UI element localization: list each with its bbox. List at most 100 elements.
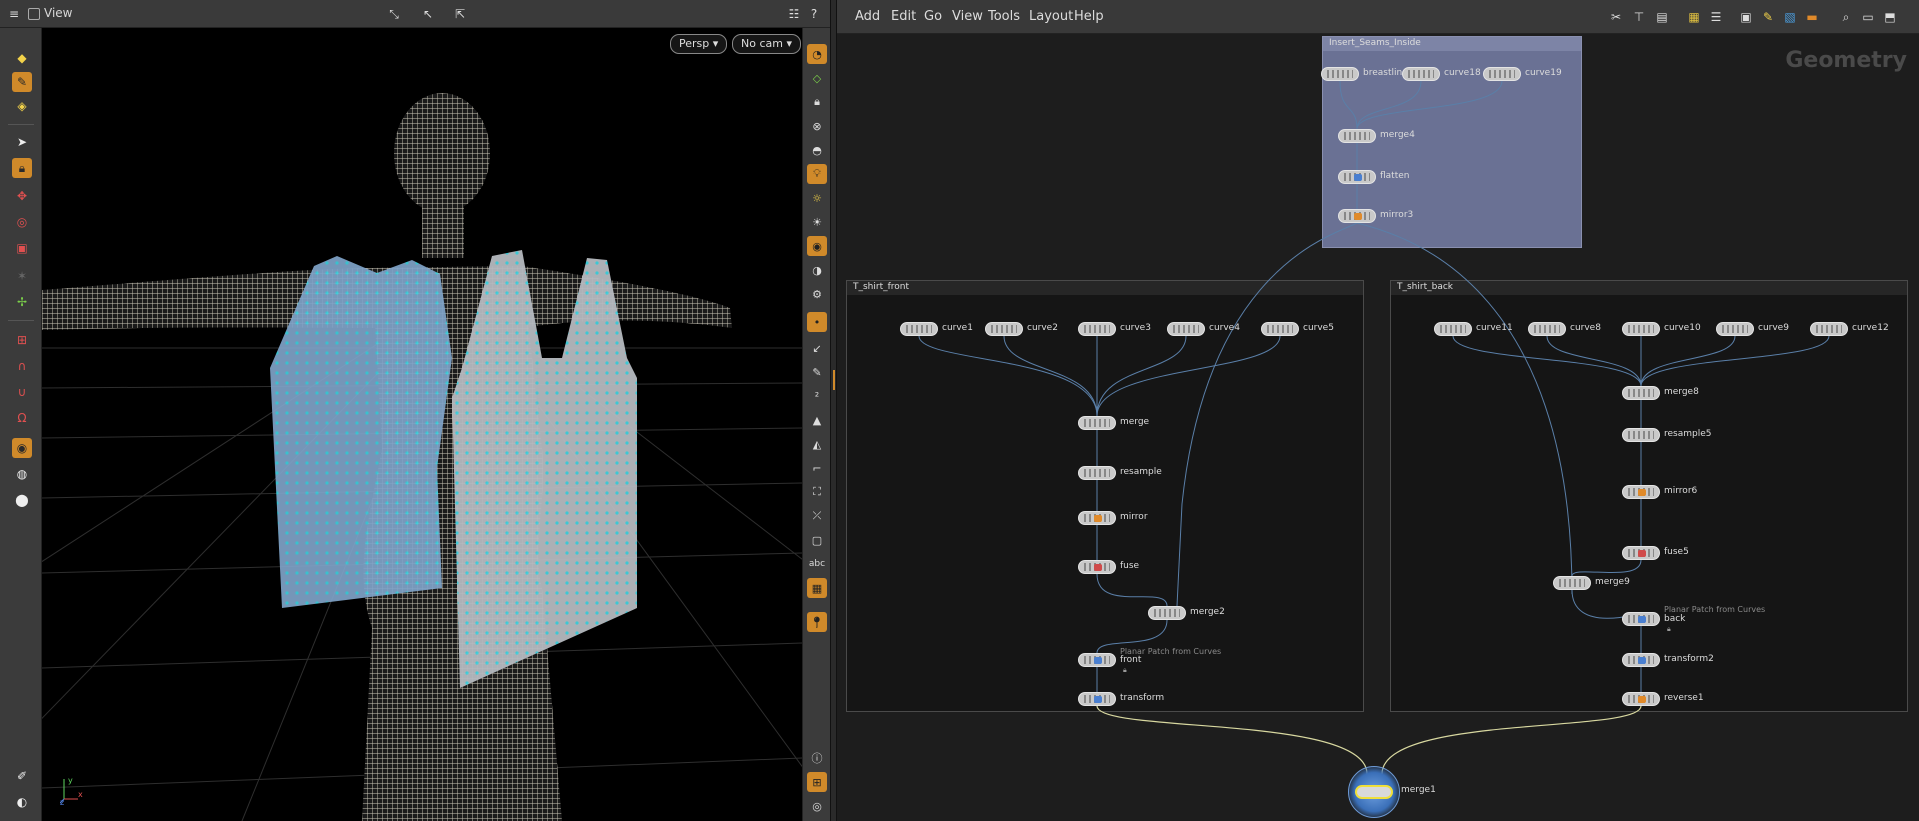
frame-icon[interactable]: ⛶: [807, 482, 827, 502]
point-display-icon[interactable]: •: [807, 312, 827, 332]
menu-help[interactable]: Help: [1074, 9, 1104, 24]
background-image-icon[interactable]: ▦: [807, 578, 827, 598]
minimize-icon[interactable]: ▭: [1859, 8, 1877, 26]
measure-icon[interactable]: ⤫: [807, 506, 827, 526]
display-options-icon[interactable]: ☷: [784, 4, 804, 24]
move-handle-icon[interactable]: ✥: [12, 186, 32, 206]
pen-icon[interactable]: ✎: [807, 362, 827, 382]
box-icon[interactable]: ▬: [1803, 8, 1821, 26]
ambient-icon[interactable]: ☀: [807, 212, 827, 232]
grid-icon[interactable]: ▦: [1685, 8, 1703, 26]
snap-grid-icon[interactable]: ⊞: [12, 330, 32, 350]
normal-icon[interactable]: ↙: [807, 338, 827, 358]
node-breastline[interactable]: [1321, 67, 1359, 81]
sticky-note-icon[interactable]: ✎: [1759, 8, 1777, 26]
pick-tool-icon[interactable]: ↖: [418, 4, 438, 24]
layout-icon[interactable]: ⊞: [807, 772, 827, 792]
render-region-icon[interactable]: ⬤: [12, 490, 32, 510]
node-curve3[interactable]: [1078, 322, 1116, 336]
light-icon[interactable]: 💡︎: [807, 164, 827, 184]
node-fuse[interactable]: [1078, 560, 1116, 574]
node-resample[interactable]: [1078, 466, 1116, 480]
node-curve5[interactable]: [1261, 322, 1299, 336]
menu-view[interactable]: View: [952, 9, 983, 24]
node-curve11[interactable]: [1434, 322, 1472, 336]
transform-tool-icon[interactable]: ⇱: [450, 4, 470, 24]
node-reverse1[interactable]: [1622, 692, 1660, 706]
node-resample5[interactable]: [1622, 428, 1660, 442]
node-curve8[interactable]: [1528, 322, 1566, 336]
headlight-icon[interactable]: ☼: [807, 188, 827, 208]
node-mirror3[interactable]: [1338, 209, 1376, 223]
clear-icon[interactable]: ⊗: [807, 116, 827, 136]
node-merge9[interactable]: [1553, 576, 1591, 590]
node-back[interactable]: [1622, 612, 1660, 626]
flipbook-icon[interactable]: ◍: [12, 464, 32, 484]
template-icon[interactable]: ⚙: [807, 284, 827, 304]
menu-add[interactable]: Add: [855, 9, 880, 24]
edit-tool-icon[interactable]: ✎: [12, 72, 32, 92]
image-icon[interactable]: ▧: [1781, 8, 1799, 26]
3d-viewport[interactable]: [42, 28, 802, 821]
node-fuse5[interactable]: [1622, 546, 1660, 560]
sheet-icon[interactable]: ▤: [1653, 8, 1671, 26]
camera-view-icon[interactable]: ◉: [807, 236, 827, 256]
menu-tools[interactable]: Tools: [988, 9, 1020, 24]
node-curve18[interactable]: [1402, 67, 1440, 81]
snap-point-icon[interactable]: ∪: [12, 382, 32, 402]
node-curve10[interactable]: [1622, 322, 1660, 336]
node-mirror[interactable]: [1078, 511, 1116, 525]
node-transform[interactable]: [1078, 692, 1116, 706]
list-icon[interactable]: ☰: [1707, 8, 1725, 26]
lock-icon[interactable]: 🔒︎: [12, 158, 32, 178]
menu-layout[interactable]: Layout: [1029, 9, 1073, 24]
node-merge4[interactable]: [1338, 129, 1376, 143]
node-merge[interactable]: [1078, 416, 1116, 430]
shape-tool-icon[interactable]: ◆: [12, 48, 32, 68]
square-icon[interactable]: ▢: [807, 530, 827, 550]
node-curve12[interactable]: [1810, 322, 1848, 336]
node-curve9[interactable]: [1716, 322, 1754, 336]
bounds-icon[interactable]: ⌐: [807, 458, 827, 478]
number-display-icon[interactable]: ²: [807, 386, 827, 406]
help-icon[interactable]: ?: [804, 4, 824, 24]
node-merge1[interactable]: [1348, 766, 1400, 818]
node-curve4[interactable]: [1167, 322, 1205, 336]
view-eye-icon[interactable]: ◑: [807, 260, 827, 280]
lock-view-icon[interactable]: 🔒︎: [807, 92, 827, 112]
node-curve1[interactable]: [900, 322, 938, 336]
eye-icon[interactable]: ◐: [12, 792, 32, 812]
node-transform2[interactable]: [1622, 653, 1660, 667]
view-tab-label[interactable]: View: [44, 6, 72, 20]
camera-tool-icon[interactable]: ◉: [12, 438, 32, 458]
pane-splitter[interactable]: [830, 0, 837, 821]
primitive-icon[interactable]: ◭: [807, 434, 827, 454]
paint-icon[interactable]: ✐: [12, 766, 32, 786]
maximize-icon[interactable]: ⬒: [1881, 8, 1899, 26]
menu-go[interactable]: Go: [924, 9, 942, 24]
search-icon[interactable]: ⌕: [1837, 8, 1855, 26]
vertex-icon[interactable]: ▲: [807, 410, 827, 430]
node-flatten[interactable]: [1338, 170, 1376, 184]
text-display-icon[interactable]: abc: [807, 554, 827, 574]
info-icon[interactable]: ⓘ: [807, 748, 827, 768]
marker-icon[interactable]: 📍︎: [807, 612, 827, 632]
network-canvas[interactable]: Geometry Insert_Seams_Inside T_shirt_fro…: [837, 34, 1919, 821]
visibility-icon[interactable]: ◔: [807, 44, 827, 64]
menu-edit[interactable]: Edit: [891, 9, 916, 24]
node-front[interactable]: [1078, 653, 1116, 667]
snap-curve-icon[interactable]: ∩: [12, 356, 32, 376]
persp-menu[interactable]: Persp ▾: [670, 34, 728, 54]
magnet-icon[interactable]: Ω: [12, 408, 32, 428]
ghost-icon[interactable]: ◇: [807, 68, 827, 88]
node-mirror6[interactable]: [1622, 485, 1660, 499]
pane-menu-icon[interactable]: ≡: [4, 4, 24, 24]
rotate-handle-icon[interactable]: ◎: [12, 212, 32, 232]
select-arrow-icon[interactable]: ➤: [12, 132, 32, 152]
select-tool-icon[interactable]: ⤡: [384, 4, 404, 24]
node-curve2[interactable]: [985, 322, 1023, 336]
node-curve19[interactable]: [1483, 67, 1521, 81]
camera-menu[interactable]: No cam ▾: [732, 34, 801, 54]
handle-tool-icon[interactable]: ✢: [12, 292, 32, 312]
shading-icon[interactable]: ◓: [807, 140, 827, 160]
